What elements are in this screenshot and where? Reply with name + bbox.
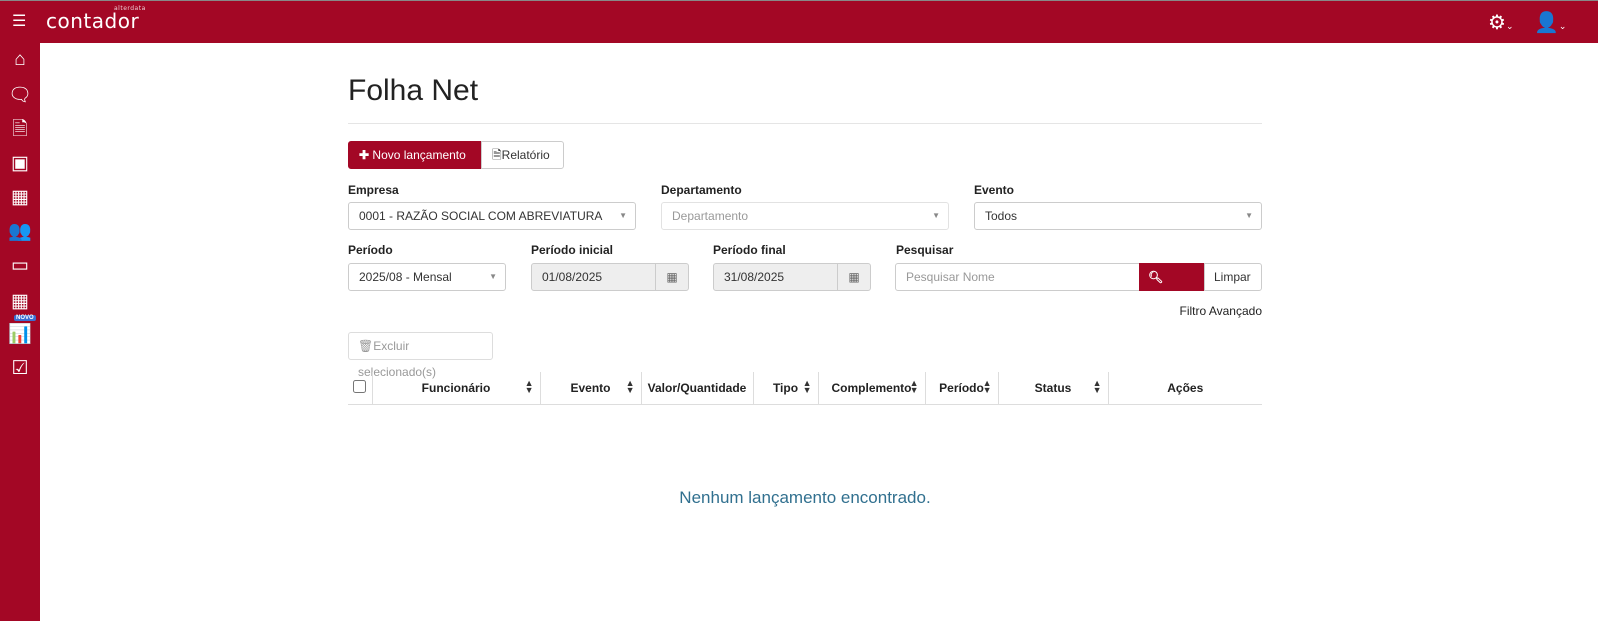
bar-chart-icon[interactable]: 📊 <box>8 323 32 347</box>
sort-icon: ▲ ▼ <box>524 378 534 395</box>
calendar-icon[interactable]: ▦ <box>655 264 688 290</box>
advanced-filter-link[interactable]: Filtro Avançado <box>1180 304 1263 318</box>
col-valor: Valor/Quantidade <box>640 372 753 405</box>
sort-icon: ▲ ▼ <box>802 378 812 395</box>
search-input[interactable]: Pesquisar Nome <box>895 263 1140 291</box>
divider <box>348 123 1262 124</box>
col-status[interactable]: Status ▲ ▼ <box>997 372 1108 405</box>
entries-table: Funcionário ▲ ▼ Evento ▲ ▼ Valor/Quantidade … <box>348 372 1262 405</box>
building-icon[interactable]: ▦ <box>8 186 32 210</box>
table-header-row: Funcionário ▲ ▼ Evento ▲ ▼ Valor/Quantidade … <box>348 372 1262 405</box>
sort-icon: ▲ ▼ <box>625 378 635 395</box>
top-bar: ☰ alterdata contador ⚙⌄ 👤⌄ <box>0 0 1598 43</box>
report-button[interactable]: 🗎Relatório <box>481 141 564 169</box>
select-all-checkbox[interactable] <box>348 372 372 405</box>
gear-icon[interactable]: ⚙⌄ <box>1488 10 1513 35</box>
id-card-icon[interactable]: ▣ <box>8 152 32 176</box>
credit-card-icon[interactable]: ▭ <box>8 254 32 278</box>
sort-icon: ▲ ▼ <box>1092 378 1102 395</box>
checkbox-icon[interactable]: ☑ <box>8 357 32 381</box>
chat-icon[interactable]: 🗨 <box>8 84 32 108</box>
col-complemento[interactable]: Complemento ▲ ▼ <box>817 372 925 405</box>
users-icon[interactable]: 👥 <box>8 220 32 244</box>
document-icon: 🗎 <box>492 148 502 162</box>
clear-button[interactable]: Limpar <box>1204 263 1262 291</box>
col-funcionario[interactable]: Funcionário ▲ ▼ <box>371 372 540 405</box>
delete-selected-button[interactable]: 🗑Excluir selecionado(s) <box>348 332 493 379</box>
col-tipo[interactable]: Tipo ▲ ▼ <box>752 372 818 405</box>
logo-sub: alterdata <box>114 5 146 12</box>
col-periodo[interactable]: Período ▲ ▼ <box>924 372 998 405</box>
periodo-inicial-label: Período inicial <box>531 243 614 257</box>
departamento-label: Departamento <box>661 183 742 197</box>
filter-button[interactable]: 🔍︎Filtrar <box>1139 263 1205 310</box>
empty-message: Nenhum lançamento encontrado. <box>679 488 931 507</box>
evento-label: Evento <box>974 183 1015 197</box>
periodo-select[interactable]: 2025/08 - Mensal ▼ <box>348 263 506 291</box>
page-title: Folha Net <box>348 74 479 107</box>
periodo-final-label: Período final <box>713 243 786 257</box>
user-icon[interactable]: 👤⌄ <box>1534 10 1566 35</box>
pesquisar-label: Pesquisar <box>896 243 954 257</box>
departamento-select[interactable]: Departamento ▼ <box>661 202 949 230</box>
periodo-final-input[interactable]: 31/08/2025 ▦ <box>713 263 871 291</box>
logo-text: contador <box>46 9 140 33</box>
empresa-label: Empresa <box>348 183 399 197</box>
menu-icon[interactable]: ☰ <box>12 14 26 30</box>
new-entry-button[interactable]: ✚ Novo lançamento ▾ <box>348 141 482 188</box>
new-badge: NOVO <box>14 315 36 321</box>
periodo-inicial-input[interactable]: 01/08/2025 ▦ <box>531 263 689 291</box>
sort-icon: ▲ ▼ <box>909 378 919 395</box>
home-icon[interactable]: ⌂ <box>8 48 32 72</box>
sort-icon: ▲ ▼ <box>982 378 992 395</box>
col-evento[interactable]: Evento ▲ ▼ <box>539 372 641 405</box>
evento-select[interactable]: Todos ▼ <box>974 202 1262 230</box>
calendar-icon[interactable]: ▦ <box>837 264 870 290</box>
logo[interactable]: alterdata contador <box>46 5 145 33</box>
calculator-icon[interactable]: ▦ <box>8 290 32 314</box>
col-acoes: Ações <box>1107 372 1262 405</box>
document-icon[interactable]: 🗎 <box>8 118 32 142</box>
periodo-label: Período <box>348 243 393 257</box>
empresa-select[interactable]: 0001 - RAZÃO SOCIAL COM ABREVIATURA ▼ <box>348 202 636 230</box>
